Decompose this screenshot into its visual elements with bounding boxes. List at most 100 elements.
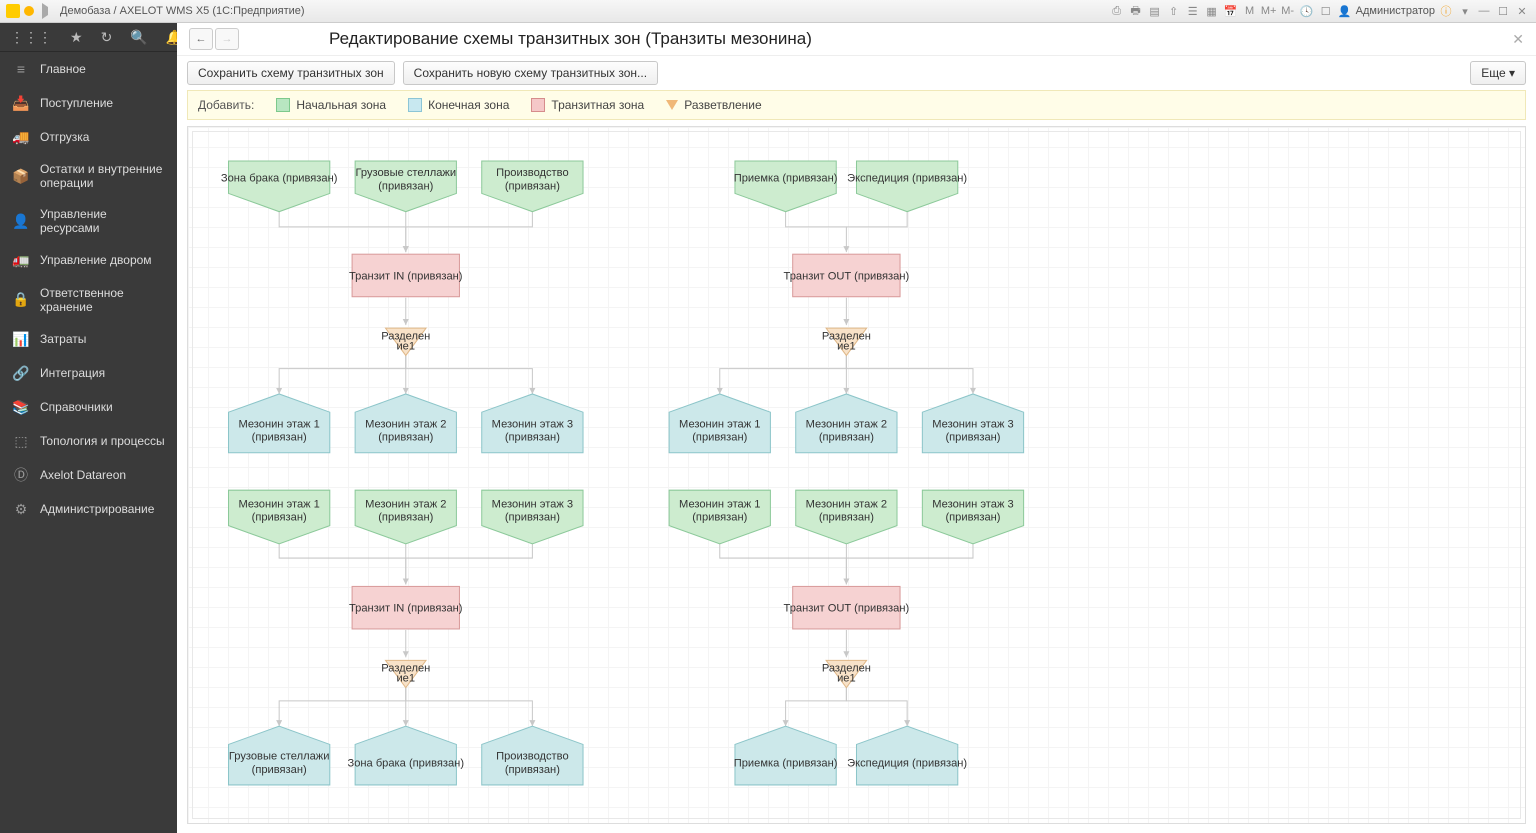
lock-icon: 🔒 <box>12 291 30 309</box>
app-icon <box>6 4 20 18</box>
info-icon[interactable]: ⓘ <box>1438 3 1454 19</box>
star-icon[interactable]: ★ <box>70 29 83 46</box>
upload-icon[interactable]: ⇧ <box>1166 3 1182 19</box>
nav-topology[interactable]: ⬚Топология и процессы <box>0 424 177 458</box>
start-node[interactable]: Мезонин этаж 3(привязан) <box>482 490 583 544</box>
svg-text:(привязан): (привязан) <box>378 432 433 444</box>
start-node[interactable]: Производство(привязан) <box>482 161 583 212</box>
end-node[interactable]: Приемка (привязан) <box>734 726 838 785</box>
start-node[interactable]: Экспедиция (привязан) <box>847 161 967 212</box>
end-node[interactable]: Мезонин этаж 1(привязан) <box>229 394 330 453</box>
grid-icon[interactable]: ▦ <box>1204 3 1220 19</box>
nav-resources[interactable]: 👤Управление ресурсами <box>0 199 177 244</box>
start-node[interactable]: Мезонин этаж 2(привязан) <box>796 490 897 544</box>
end-node[interactable]: Мезонин этаж 3(привязан) <box>482 394 583 453</box>
add-transit-zone[interactable]: Транзитная зона <box>531 98 644 112</box>
clock-icon[interactable]: 🕓 <box>1299 3 1315 19</box>
nav-receiving[interactable]: 📥Поступление <box>0 86 177 120</box>
nav-stock[interactable]: 📦Остатки и внутренние операции <box>0 154 177 199</box>
close-window-icon[interactable]: ✕ <box>1514 3 1530 19</box>
svg-text:Транзит OUT (привязан): Транзит OUT (привязан) <box>784 603 910 615</box>
end-node[interactable]: Зона брака (привязан) <box>347 726 464 785</box>
m-minus-icon[interactable]: M- <box>1280 3 1296 19</box>
nav-admin[interactable]: ⚙Администрирование <box>0 492 177 526</box>
end-node[interactable]: Мезонин этаж 2(привязан) <box>355 394 456 453</box>
transit-node[interactable]: Транзит IN (привязан) <box>349 254 463 297</box>
transit-node[interactable]: Транзит OUT (привязан) <box>784 586 910 629</box>
out-icon: 🚚 <box>12 128 30 146</box>
apps-icon[interactable]: ⋮⋮⋮ <box>10 29 52 46</box>
tool-icon[interactable]: ⎙ <box>1109 3 1125 19</box>
diagram-canvas[interactable]: Зона брака (привязан) Грузовые стеллажи(… <box>187 126 1526 824</box>
more-button[interactable]: Еще ▾ <box>1470 61 1526 85</box>
dropdown-icon[interactable]: ▾ <box>1457 3 1473 19</box>
add-branch[interactable]: Разветвление <box>666 98 761 112</box>
history-icon[interactable]: ↻ <box>101 29 113 46</box>
end-node[interactable]: Мезонин этаж 3(привязан) <box>922 394 1023 453</box>
svg-text:Производство: Производство <box>496 751 569 763</box>
nav-datareon[interactable]: ⒹAxelot Datareon <box>0 458 177 492</box>
start-node[interactable]: Зона брака (привязан) <box>221 161 338 212</box>
gear-icon: ⚙ <box>12 500 30 518</box>
end-node[interactable]: Мезонин этаж 2(привязан) <box>796 394 897 453</box>
transit-node[interactable]: Транзит IN (привязан) <box>349 586 463 629</box>
m-icon[interactable]: M <box>1242 3 1258 19</box>
nav-back-button[interactable]: ← <box>189 28 213 50</box>
svg-text:ие1: ие1 <box>837 673 856 685</box>
save-scheme-button[interactable]: Сохранить схему транзитных зон <box>187 61 395 85</box>
svg-text:ие1: ие1 <box>837 340 856 352</box>
dropdown-arrow-icon[interactable] <box>42 3 56 19</box>
start-node[interactable]: Приемка (привязан) <box>734 161 838 212</box>
end-node[interactable]: Производство(привязан) <box>482 726 583 785</box>
nav-custody[interactable]: 🔒Ответственное хранение <box>0 278 177 323</box>
calendar-icon[interactable]: 📅 <box>1223 3 1239 19</box>
start-node[interactable]: Мезонин этаж 2(привязан) <box>355 490 456 544</box>
list-icon[interactable]: ☰ <box>1185 3 1201 19</box>
nav-shipping[interactable]: 🚚Отгрузка <box>0 120 177 154</box>
svg-text:(привязан): (привязан) <box>505 764 560 776</box>
chart-icon: 📊 <box>12 330 30 348</box>
branch-node[interactable]: Разделение1 <box>381 660 430 687</box>
link-icon: 🔗 <box>12 364 30 382</box>
start-node[interactable]: Грузовые стеллажи(привязан) <box>355 161 456 212</box>
svg-text:(привязан): (привязан) <box>252 764 307 776</box>
start-node[interactable]: Мезонин этаж 1(привязан) <box>229 490 330 544</box>
minimize-icon[interactable]: — <box>1476 3 1492 19</box>
nav-dictionaries[interactable]: 📚Справочники <box>0 390 177 424</box>
menu-icon: ≡ <box>12 60 30 78</box>
start-zone-icon <box>276 98 290 112</box>
flow-icon: ⬚ <box>12 432 30 450</box>
start-node[interactable]: Мезонин этаж 1 (привязан) <box>669 490 770 544</box>
add-end-zone[interactable]: Конечная зона <box>408 98 509 112</box>
svg-text:Транзит IN (привязан): Транзит IN (привязан) <box>349 603 463 615</box>
add-start-zone[interactable]: Начальная зона <box>276 98 386 112</box>
end-node[interactable]: Экспедиция (привязан) <box>847 726 967 785</box>
save-new-scheme-button[interactable]: Сохранить новую схему транзитных зон... <box>403 61 658 85</box>
maximize-icon[interactable]: ☐ <box>1495 3 1511 19</box>
branch-node[interactable]: Разделение1 <box>822 328 871 355</box>
print-icon[interactable]: 🖶 <box>1128 3 1144 19</box>
title-bar: Демобаза / AXELOT WMS X5 (1С:Предприятие… <box>0 0 1536 23</box>
svg-text:Мезонин этаж 1: Мезонин этаж 1 <box>238 418 319 430</box>
nav-main[interactable]: ≡Главное <box>0 52 177 86</box>
user-name[interactable]: Администратор <box>1356 5 1435 17</box>
branch-node[interactable]: Разделение1 <box>381 328 430 355</box>
doc-icon[interactable]: ▤ <box>1147 3 1163 19</box>
nav-forward-button[interactable]: → <box>215 28 239 50</box>
branch-node[interactable]: Разделение1 <box>822 660 871 687</box>
sidebar: ⋮⋮⋮ ★ ↻ 🔍 🔔 ≡Главное 📥Поступление 🚚Отгру… <box>0 23 177 833</box>
svg-text:Мезонин этаж 1: Мезонин этаж 1 <box>679 498 760 510</box>
close-tab-icon[interactable]: ✕ <box>1512 31 1524 48</box>
nav-integration[interactable]: 🔗Интеграция <box>0 356 177 390</box>
end-node[interactable]: Грузовые стеллажи(привязан) <box>229 726 330 785</box>
svg-text:(привязан): (привязан) <box>692 512 747 524</box>
panel-icon[interactable]: ☐ <box>1318 3 1334 19</box>
search-icon[interactable]: 🔍 <box>130 29 147 46</box>
end-node[interactable]: Мезонин этаж 1(привязан) <box>669 394 770 453</box>
start-node[interactable]: Мезонин этаж 3(привязан) <box>922 490 1023 544</box>
transit-node[interactable]: Транзит OUT (привязан) <box>784 254 910 297</box>
svg-text:Мезонин этаж 2: Мезонин этаж 2 <box>806 498 887 510</box>
m-plus-icon[interactable]: M+ <box>1261 3 1277 19</box>
nav-yard[interactable]: 🚛Управление двором <box>0 244 177 278</box>
nav-costs[interactable]: 📊Затраты <box>0 322 177 356</box>
